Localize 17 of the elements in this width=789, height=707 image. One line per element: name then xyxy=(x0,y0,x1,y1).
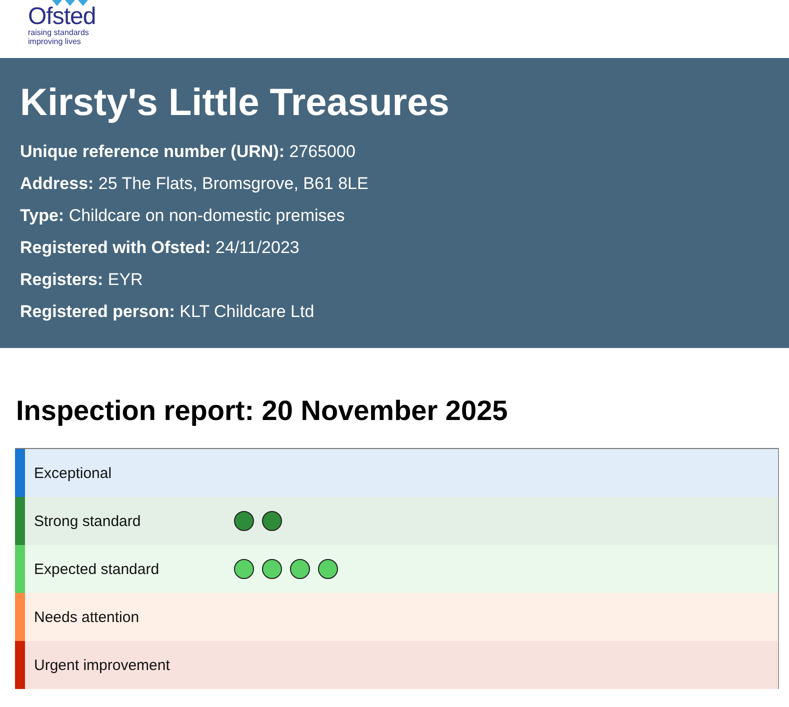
provider-name: Kirsty's Little Treasures xyxy=(20,81,450,126)
stars-icon xyxy=(52,0,88,6)
report-title: Inspection report: 20 November 2025 xyxy=(16,394,509,428)
provider-detail: Registered with Ofsted: 24/11/2023 xyxy=(20,237,300,259)
grade-label: Exceptional xyxy=(33,464,113,482)
provider-detail: Address: 25 The Flats, Bromsgrove, B61 8LE xyxy=(20,173,370,195)
logo-wordmark: Ofsted xyxy=(28,6,96,28)
logo-tagline: improving lives xyxy=(28,37,81,46)
provider-detail: Type: Childcare on non-domestic premises xyxy=(20,205,346,227)
grade-label: Needs attention xyxy=(33,608,140,626)
provider-detail: Unique reference number (URN): 2765000 xyxy=(20,141,356,163)
grade-label: Strong standard xyxy=(33,512,142,530)
provider-detail: Registers: EYR xyxy=(20,269,144,291)
grade-label: Urgent improvement xyxy=(33,656,171,674)
provider-detail: Registered person: KLT Childcare Ltd xyxy=(20,301,316,323)
grade-label: Expected standard xyxy=(33,560,160,578)
logo-tagline: raising standards xyxy=(28,28,89,37)
